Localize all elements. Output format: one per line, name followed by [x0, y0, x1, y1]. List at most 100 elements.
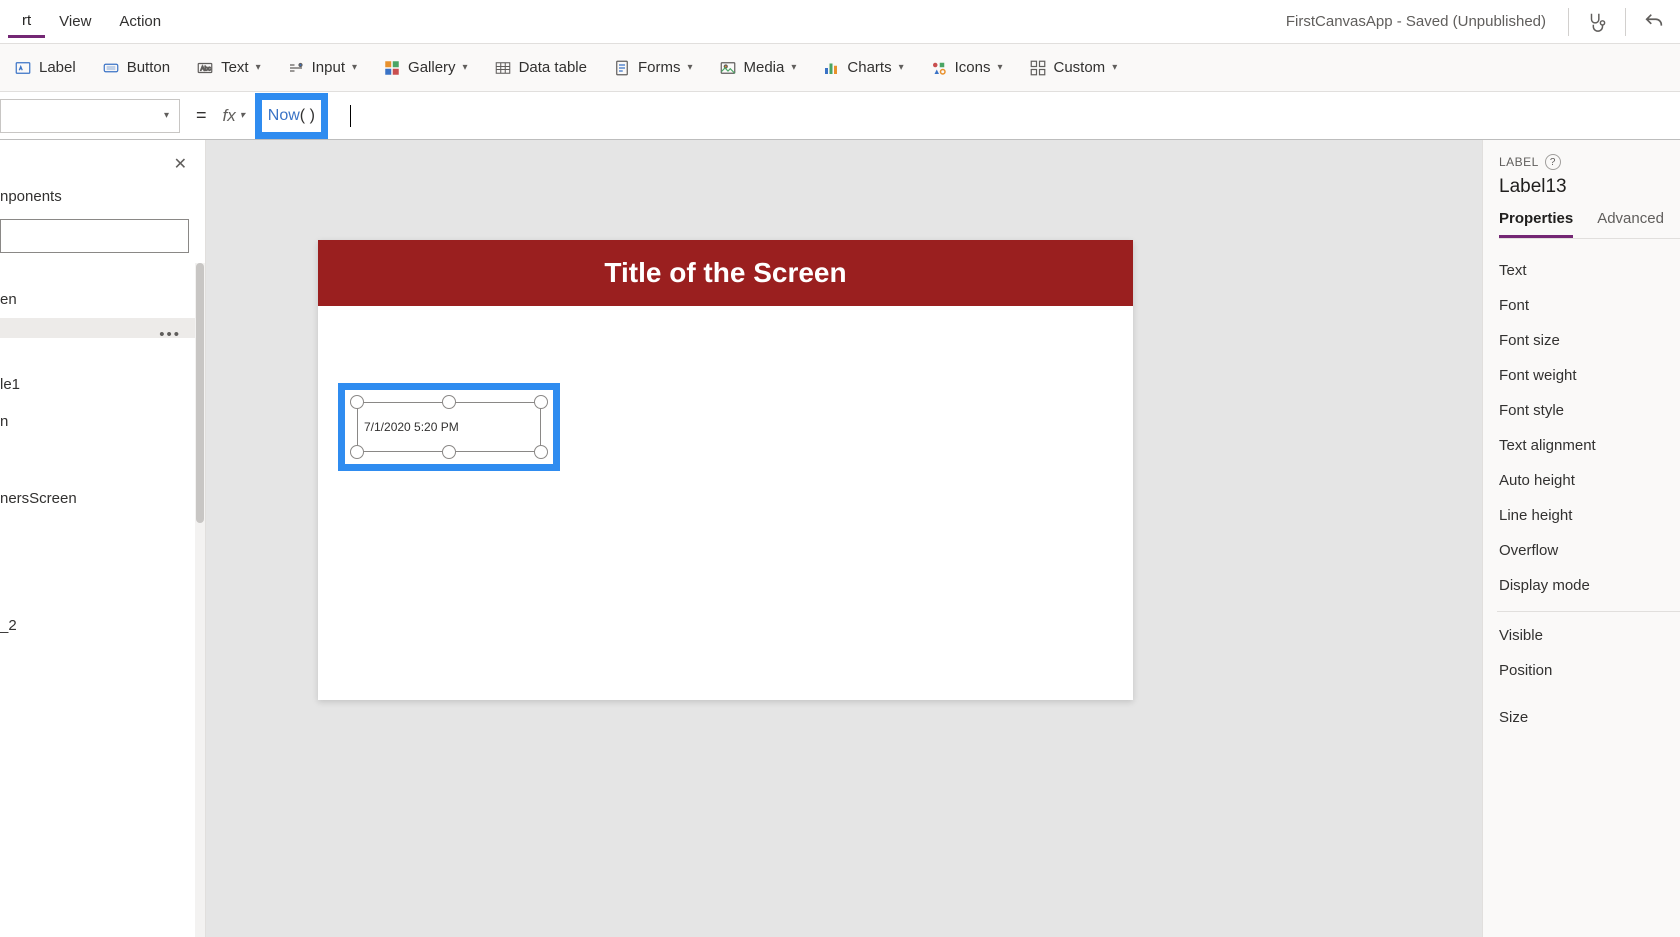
selected-label-control[interactable]: 7/1/2020 5:20 PM — [357, 402, 541, 452]
insert-input-button[interactable]: Input ▾ — [287, 59, 357, 77]
insert-text-text: Text — [221, 59, 249, 76]
close-icon[interactable]: ✕ — [174, 154, 187, 174]
insert-datatable-text: Data table — [519, 59, 587, 76]
app-checker-icon[interactable] — [1579, 4, 1615, 40]
tree-item[interactable]: n — [0, 403, 205, 440]
resize-handle[interactable] — [350, 445, 364, 459]
insert-label-button[interactable]: Label — [14, 59, 76, 77]
chevron-down-icon: ▾ — [164, 110, 169, 121]
prop-auto-height[interactable]: Auto height — [1499, 463, 1680, 498]
scrollbar[interactable] — [195, 263, 205, 937]
design-screen[interactable]: Title of the Screen 7/1/2020 5:20 PM — [318, 240, 1133, 700]
stethoscope-icon — [1586, 11, 1608, 33]
label-icon — [14, 59, 32, 77]
formula-highlight-box: Now( ) — [255, 93, 328, 139]
resize-handle[interactable] — [442, 395, 456, 409]
prop-font-weight[interactable]: Font weight — [1499, 358, 1680, 393]
menu-view[interactable]: View — [45, 7, 105, 36]
insert-charts-text: Charts — [847, 59, 891, 76]
prop-position[interactable]: Position — [1499, 653, 1680, 688]
more-options-icon[interactable]: ••• — [159, 326, 181, 343]
prop-text-alignment[interactable]: Text alignment — [1499, 428, 1680, 463]
resize-handle[interactable] — [534, 445, 548, 459]
canvas-area[interactable]: Title of the Screen 7/1/2020 5:20 PM — [206, 140, 1482, 937]
svg-text:Abc: Abc — [201, 66, 211, 72]
text-cursor — [350, 105, 351, 127]
help-icon[interactable]: ? — [1545, 154, 1561, 170]
prop-line-height[interactable]: Line height — [1499, 498, 1680, 533]
tree-item[interactable]: le1 — [0, 366, 205, 403]
main-layout: ✕ nponents en ••• le1 n nersScreen _2 — [0, 140, 1680, 937]
tree-list: en ••• le1 n nersScreen _2 — [0, 263, 205, 937]
media-icon — [719, 59, 737, 77]
insert-icons-button[interactable]: Icons ▾ — [930, 59, 1003, 77]
prop-overflow[interactable]: Overflow — [1499, 533, 1680, 568]
equals-symbol: = — [180, 105, 223, 126]
insert-media-button[interactable]: Media ▾ — [719, 59, 797, 77]
insert-charts-button[interactable]: Charts ▾ — [822, 59, 903, 77]
menu-bar: rt View Action FirstCanvasApp - Saved (U… — [0, 0, 1680, 44]
resize-handle[interactable] — [350, 395, 364, 409]
chevron-down-icon: ▾ — [1112, 62, 1117, 73]
undo-button[interactable] — [1636, 4, 1672, 40]
prop-font-size[interactable]: Font size — [1499, 323, 1680, 358]
screen-title-label: Title of the Screen — [604, 257, 846, 289]
insert-button-text: Button — [127, 59, 170, 76]
insert-datatable-button[interactable]: Data table — [494, 59, 587, 77]
tree-item[interactable]: en — [0, 281, 205, 318]
chevron-down-icon: ▾ — [687, 62, 692, 73]
chevron-down-icon: ▾ — [899, 62, 904, 73]
formula-bar: ▾ = fx ▾ Now( ) — [0, 92, 1680, 140]
insert-forms-button[interactable]: Forms ▾ — [613, 59, 693, 77]
divider — [1568, 8, 1569, 36]
prop-size[interactable]: Size — [1499, 700, 1680, 735]
forms-icon — [613, 59, 631, 77]
menu-insert[interactable]: rt — [8, 6, 45, 38]
tab-advanced[interactable]: Advanced — [1597, 210, 1664, 238]
insert-custom-button[interactable]: Custom ▾ — [1029, 59, 1118, 77]
chevron-down-icon: ▾ — [240, 110, 245, 121]
divider — [1625, 8, 1626, 36]
prop-font[interactable]: Font — [1499, 288, 1680, 323]
insert-label-text: Label — [39, 59, 76, 76]
prop-font-style[interactable]: Font style — [1499, 393, 1680, 428]
menu-action[interactable]: Action — [105, 7, 175, 36]
insert-text-button[interactable]: Abc Text ▾ — [196, 59, 261, 77]
tree-item[interactable]: _2 — [0, 607, 205, 644]
tree-tab-components[interactable]: nponents — [0, 180, 205, 215]
control-name[interactable]: Label13 — [1499, 176, 1680, 198]
control-type-label: LABEL — [1499, 155, 1539, 169]
fx-label[interactable]: fx ▾ — [223, 106, 251, 126]
prop-text[interactable]: Text — [1499, 253, 1680, 288]
app-status-text: FirstCanvasApp - Saved (Unpublished) — [1286, 13, 1558, 30]
screen-header[interactable]: Title of the Screen — [318, 240, 1133, 306]
charts-icon — [822, 59, 840, 77]
insert-button-button[interactable]: Button — [102, 59, 170, 77]
formula-input[interactable]: Now( ) — [251, 92, 1680, 139]
insert-gallery-text: Gallery — [408, 59, 456, 76]
input-icon — [287, 59, 305, 77]
formula-parens: ( ) — [300, 107, 315, 124]
properties-list: Text Font Font size Font weight Font sty… — [1499, 253, 1680, 735]
formula-function-name: Now — [268, 107, 300, 124]
prop-visible[interactable]: Visible — [1499, 618, 1680, 653]
tree-item-selected[interactable]: ••• — [0, 318, 205, 338]
gallery-icon — [383, 59, 401, 77]
tab-properties[interactable]: Properties — [1499, 210, 1573, 238]
chevron-down-icon: ▾ — [256, 62, 261, 73]
tree-search-input[interactable] — [0, 219, 189, 253]
resize-handle[interactable] — [442, 445, 456, 459]
insert-gallery-button[interactable]: Gallery ▾ — [383, 59, 468, 77]
insert-media-text: Media — [744, 59, 785, 76]
prop-display-mode[interactable]: Display mode — [1499, 568, 1680, 603]
fx-text: fx — [223, 106, 236, 126]
resize-handle[interactable] — [534, 395, 548, 409]
insert-ribbon: Label Button Abc Text ▾ Input ▾ Gallery … — [0, 44, 1680, 92]
property-selector-dropdown[interactable]: ▾ — [0, 99, 180, 133]
chevron-down-icon: ▾ — [997, 62, 1002, 73]
tree-item[interactable]: nersScreen — [0, 480, 205, 517]
undo-icon — [1643, 11, 1665, 33]
table-icon — [494, 59, 512, 77]
scrollbar-thumb[interactable] — [196, 263, 204, 523]
tree-view-panel: ✕ nponents en ••• le1 n nersScreen _2 — [0, 140, 206, 937]
